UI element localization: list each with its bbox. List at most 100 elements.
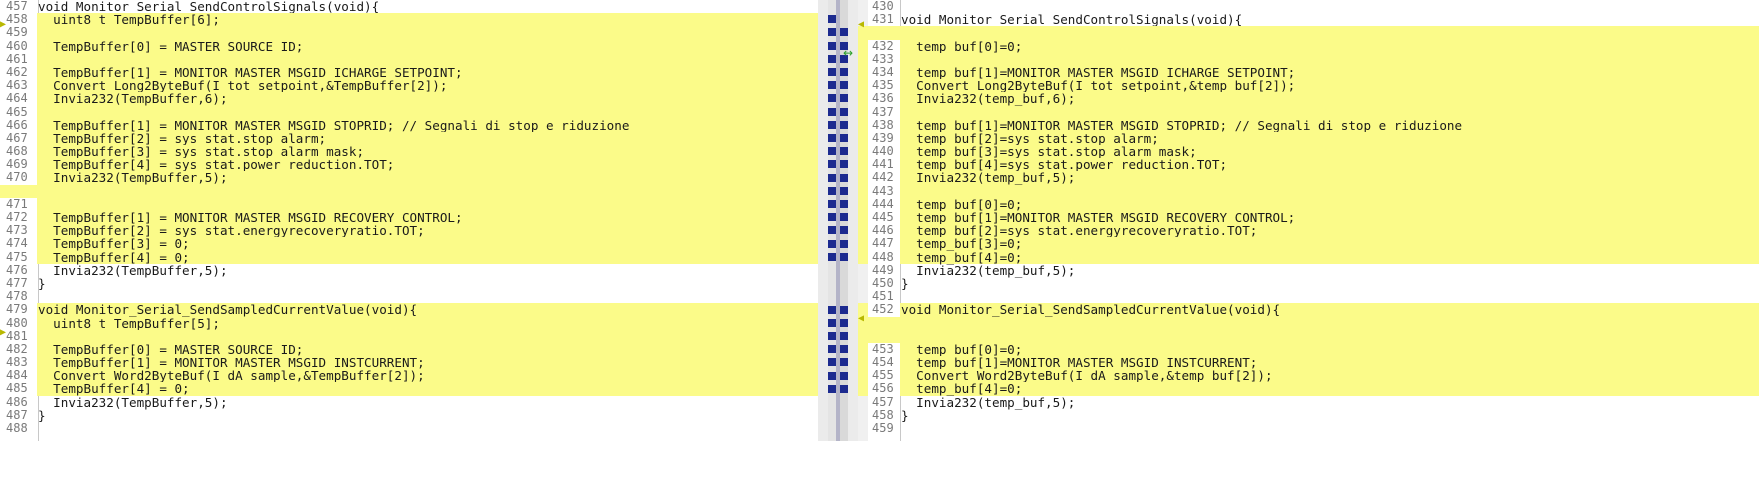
left-code-line[interactable]: 485 TempBuffer[4] = 0; xyxy=(0,382,818,396)
overview-change-mark xyxy=(840,305,848,314)
left-code-line[interactable]: 476 Invia232(TempBuffer,5); xyxy=(0,263,818,277)
left-code-line[interactable]: 461 xyxy=(0,52,818,66)
overview-change-mark xyxy=(828,54,836,63)
left-code-line[interactable]: 464 Invia232(TempBuffer,6); xyxy=(0,92,818,106)
right-overview-column[interactable] xyxy=(840,0,848,441)
right-diff-arrow-icon-2[interactable]: ◀ xyxy=(858,312,864,325)
code-text[interactable]: } xyxy=(38,409,46,422)
code-text[interactable]: Invia232(TempBuffer,5); xyxy=(38,171,227,184)
left-code-line[interactable]: 470 Invia232(TempBuffer,5); xyxy=(0,171,818,185)
right-code-line[interactable]: 432 temp_buf[0]=0; xyxy=(858,39,1759,53)
code-text[interactable]: TempBuffer[3] = 0; xyxy=(38,237,190,250)
code-text[interactable]: } xyxy=(901,409,909,422)
overview-change-mark xyxy=(828,200,836,208)
code-text[interactable]: void Monitor_Serial_SendSampledCurrentVa… xyxy=(38,303,417,316)
right-code-line[interactable]: 442 Invia232(temp_buf,5); xyxy=(858,171,1759,185)
right-code-line[interactable] xyxy=(858,329,1759,343)
right-code-line[interactable]: 436 Invia232(temp_buf,6); xyxy=(858,92,1759,106)
diff-overview-bar[interactable] xyxy=(818,0,858,441)
overview-change-mark xyxy=(840,252,848,261)
left-horizontal-scroll-area[interactable] xyxy=(0,441,818,496)
left-file-pane[interactable]: 457 void Monitor_Serial_SendControlSignal… xyxy=(0,0,818,441)
code-text[interactable]: Invia232(TempBuffer,6); xyxy=(38,92,227,105)
code-text[interactable]: } xyxy=(38,277,46,290)
line-number: 436 xyxy=(868,92,900,106)
right-code-line[interactable] xyxy=(858,316,1759,330)
code-text[interactable]: Invia232(temp_buf,5); xyxy=(901,264,1075,277)
overview-change-mark xyxy=(840,173,848,182)
left-code-line[interactable]: 465 xyxy=(0,105,818,119)
code-text[interactable]: Invia232(TempBuffer,5); xyxy=(38,395,227,408)
line-number: 449 xyxy=(868,263,900,277)
sync-scroll-icon[interactable]: ↔ xyxy=(838,47,858,59)
code-text[interactable]: void Monitor_Serial_SendControlSignals(v… xyxy=(901,13,1242,26)
overview-change-mark xyxy=(828,226,836,235)
left-code-lines: 457 void Monitor_Serial_SendControlSignal… xyxy=(0,0,818,436)
code-text[interactable]: temp_buf[4]=0; xyxy=(901,250,1022,263)
right-code-line[interactable]: 438 temp_buf[1]=MONITOR_MASTER_MSGID_STO… xyxy=(858,118,1759,132)
right-code-line[interactable]: 457 Invia232(temp_buf,5); xyxy=(858,395,1759,409)
overview-change-mark xyxy=(840,226,848,235)
code-text[interactable]: temp_buf[0]=0; xyxy=(901,39,1022,52)
overview-change-mark xyxy=(840,160,848,169)
code-text[interactable]: Invia232(temp_buf,5); xyxy=(901,171,1075,184)
left-code-line[interactable]: 479 void Monitor_Serial_SendSampledCurren… xyxy=(0,303,818,317)
right-file-pane[interactable]: 430 431 void Monitor_Serial_SendControlSig… xyxy=(858,0,1759,441)
code-text[interactable]: TempBuffer[0] = MASTER_SOURCE_ID; xyxy=(38,39,303,52)
line-number: 457 xyxy=(868,395,900,409)
left-diff-arrow-icon-2[interactable]: ▶ xyxy=(0,326,6,339)
code-text[interactable]: TempBuffer[1] = MONITOR_MASTER_MSGID_STO… xyxy=(38,118,629,131)
overview-change-mark xyxy=(840,358,848,367)
line-number: 488 xyxy=(0,421,37,436)
line-number: 456 xyxy=(868,382,900,396)
code-text[interactable]: Invia232(temp_buf,6); xyxy=(901,92,1075,105)
line-number: 465 xyxy=(0,105,37,119)
right-code-line[interactable]: 448 temp_buf[4]=0; xyxy=(858,250,1759,264)
right-horizontal-scroll-area[interactable] xyxy=(858,441,1759,496)
overview-change-mark xyxy=(828,186,836,195)
right-code-line[interactable]: 458} xyxy=(858,408,1759,423)
left-code-line[interactable]: 487} xyxy=(0,408,818,423)
left-code-line[interactable]: 486 Invia232(TempBuffer,5); xyxy=(0,395,818,409)
code-text[interactable]: TempBuffer[4] = 0; xyxy=(38,250,190,263)
code-text[interactable]: temp_buf[4]=0; xyxy=(901,382,1022,395)
code-text[interactable]: Invia232(temp_buf,5); xyxy=(901,395,1075,408)
code-text[interactable]: void Monitor_Serial_SendSampledCurrentVa… xyxy=(901,303,1280,316)
left-code-line[interactable]: 475 TempBuffer[4] = 0; xyxy=(0,250,818,264)
left-overview-column[interactable] xyxy=(828,0,836,441)
diff-viewer: 457 void Monitor_Serial_SendControlSignal… xyxy=(0,0,1759,496)
right-code-line[interactable] xyxy=(858,26,1759,40)
left-diff-arrow-icon[interactable]: ▶ xyxy=(0,18,6,31)
code-text[interactable]: temp_buf[3]=0; xyxy=(901,237,1022,250)
overview-change-mark xyxy=(828,213,836,222)
right-code-line[interactable]: 437 xyxy=(858,105,1759,119)
code-text[interactable]: temp_buf[1]=MONITOR_MASTER_MSGID_STOPRID… xyxy=(901,118,1462,131)
right-diff-arrow-icon[interactable]: ◀ xyxy=(858,18,864,31)
left-code-line[interactable]: 480 uint8_t TempBuffer[5]; xyxy=(0,316,818,330)
code-text[interactable]: Invia232(TempBuffer,5); xyxy=(38,264,227,277)
right-code-line[interactable]: 456 temp_buf[4]=0; xyxy=(858,382,1759,396)
left-code-line[interactable]: 474 TempBuffer[3] = 0; xyxy=(0,237,818,251)
right-code-line[interactable]: 452 void Monitor_Serial_SendSampledCurren… xyxy=(858,303,1759,317)
left-code-line[interactable]: 477} xyxy=(0,276,818,291)
left-code-line[interactable]: 481 xyxy=(0,329,818,343)
right-code-line[interactable]: 443 xyxy=(858,184,1759,198)
left-code-line[interactable]: 459 xyxy=(0,26,818,40)
right-code-line[interactable]: 447 temp_buf[3]=0; xyxy=(858,237,1759,251)
right-code-line[interactable]: 459 xyxy=(858,421,1759,436)
code-text[interactable]: } xyxy=(901,277,909,290)
code-text[interactable]: uint8_t TempBuffer[5]; xyxy=(38,316,220,329)
right-code-line[interactable]: 431 void Monitor_Serial_SendControlSignal… xyxy=(858,12,1759,27)
right-code-line[interactable]: 433 xyxy=(858,52,1759,66)
right-code-line[interactable]: 449 Invia232(temp_buf,5); xyxy=(858,263,1759,277)
left-code-line[interactable]: 460 TempBuffer[0] = MASTER_SOURCE_ID; xyxy=(0,39,818,53)
left-code-line[interactable]: 488 xyxy=(0,421,818,436)
left-code-line[interactable]: 458 uint8_t TempBuffer[6]; xyxy=(0,12,818,27)
overview-change-mark xyxy=(828,252,836,261)
right-code-line[interactable]: 450} xyxy=(858,276,1759,291)
left-code-line[interactable] xyxy=(0,184,818,198)
code-text[interactable]: TempBuffer[4] = 0; xyxy=(38,382,190,395)
code-text[interactable]: uint8_t TempBuffer[6]; xyxy=(38,13,220,26)
left-code-line[interactable]: 466 TempBuffer[1] = MONITOR_MASTER_MSGID… xyxy=(0,118,818,132)
line-number: 447 xyxy=(868,237,900,251)
